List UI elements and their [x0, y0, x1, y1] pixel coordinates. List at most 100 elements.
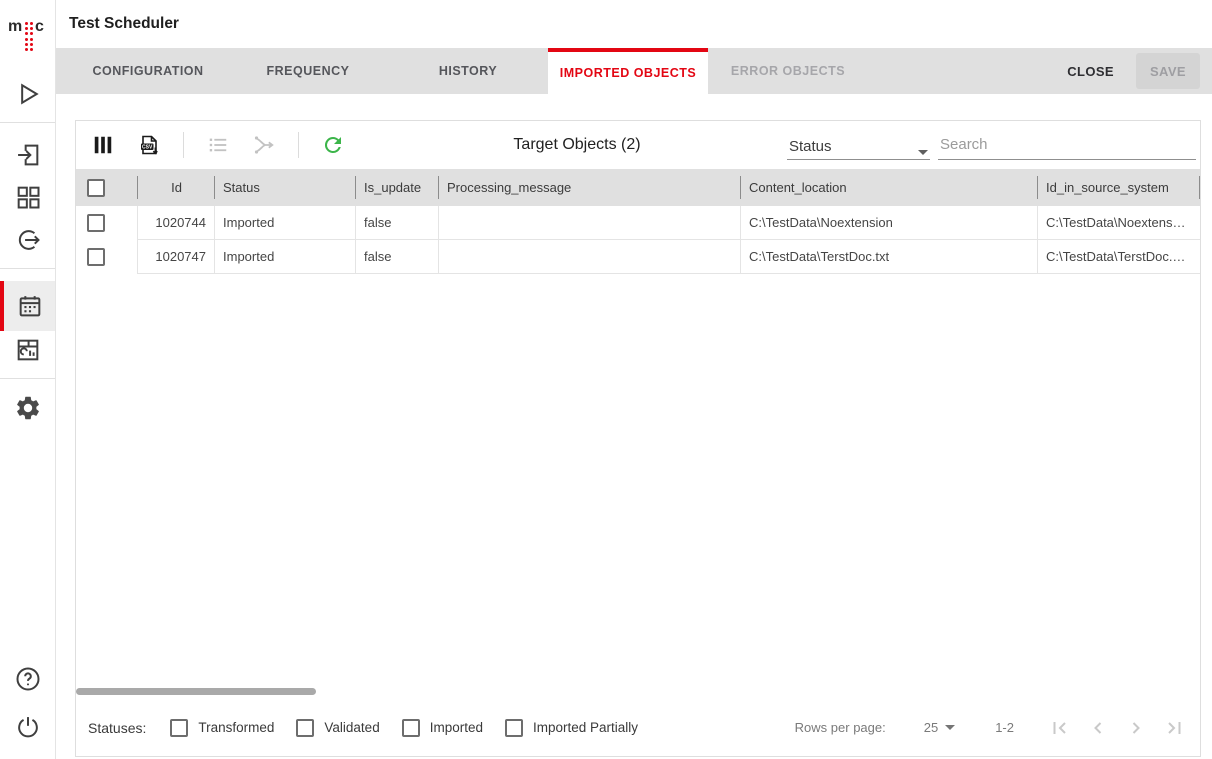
- table-row[interactable]: 1020747 Imported false C:\TestData\Terst…: [76, 240, 1200, 274]
- list-icon: [207, 134, 229, 156]
- gear-icon: [14, 394, 42, 422]
- pagination: Rows per page: 25 1-2: [795, 716, 1186, 740]
- last-page-button[interactable]: [1162, 716, 1186, 740]
- sidebar-item-reports[interactable]: [0, 336, 55, 364]
- chevron-down-icon: [945, 725, 955, 730]
- rows-per-page-value: 25: [924, 720, 938, 735]
- logout-circle-icon: [14, 226, 42, 254]
- logo-letter-m: m: [8, 18, 22, 36]
- cell-processing-message: [439, 240, 741, 274]
- merge-icon: [252, 133, 276, 157]
- column-header-status[interactable]: Status: [215, 169, 356, 206]
- page-title: Test Scheduler: [69, 15, 179, 33]
- app-window: m c: [0, 0, 1212, 759]
- toolbar-divider: [183, 132, 184, 158]
- horizontal-scrollbar-thumb[interactable]: [76, 688, 316, 695]
- page-range: 1-2: [995, 720, 1014, 735]
- cell-content-location: C:\TestData\Noextension: [741, 206, 1038, 240]
- columns-button[interactable]: [91, 133, 115, 157]
- first-page-button[interactable]: [1048, 716, 1072, 740]
- sidebar-item-modules[interactable]: [0, 183, 55, 211]
- table-footer: Statuses: Transformed Validated Imported: [76, 699, 1200, 756]
- sidebar-divider: [0, 378, 55, 379]
- left-sidebar: m c: [0, 0, 56, 759]
- column-header-id-in-source-system[interactable]: Id_in_source_system: [1038, 169, 1200, 206]
- status-filter-validated: Validated: [296, 719, 379, 737]
- table-toolbar: CSV Target Objects (2): [76, 121, 1200, 169]
- report-icon: [14, 336, 42, 364]
- sidebar-item-export[interactable]: [0, 226, 55, 254]
- statuses-label: Statuses:: [88, 720, 146, 736]
- sidebar-divider: [0, 122, 55, 123]
- tab-imported-objects[interactable]: IMPORTED OBJECTS: [548, 48, 708, 94]
- tab-bar: CONFIGURATION FREQUENCY HISTORY IMPORTED…: [56, 48, 1212, 94]
- next-page-button[interactable]: [1124, 716, 1148, 740]
- columns-icon: [92, 134, 114, 156]
- column-header-content-location[interactable]: Content_location: [741, 169, 1038, 206]
- save-button[interactable]: SAVE: [1136, 53, 1200, 89]
- status-filter-label: Status: [789, 138, 832, 155]
- logo-dots: [25, 22, 28, 25]
- play-icon: [14, 80, 42, 108]
- sidebar-divider: [0, 268, 55, 269]
- status-filter-transformed: Transformed: [170, 719, 274, 737]
- imported-checkbox[interactable]: [402, 719, 420, 737]
- sidebar-item-scheduler-selected[interactable]: [0, 281, 55, 331]
- transformed-checkbox[interactable]: [170, 719, 188, 737]
- csv-export-button[interactable]: CSV: [137, 133, 161, 157]
- horizontal-scrollbar: [76, 685, 1200, 699]
- tab-frequency[interactable]: FREQUENCY: [228, 48, 388, 94]
- mc-logo: m c: [0, 14, 55, 76]
- help-icon: [14, 665, 42, 693]
- chevron-down-icon: [918, 150, 928, 155]
- tab-history[interactable]: HISTORY: [388, 48, 548, 94]
- filter-group: Status: [787, 121, 1196, 169]
- sidebar-item-import[interactable]: [0, 141, 55, 169]
- row-checkbox-cell: [76, 206, 138, 240]
- cell-status: Imported: [215, 240, 356, 274]
- column-header-processing-message[interactable]: Processing_message: [439, 169, 741, 206]
- list-view-button[interactable]: [206, 133, 230, 157]
- status-filter-select[interactable]: Status: [787, 132, 930, 160]
- cell-id-in-source-system: C:\TestData\TerstDoc.…: [1038, 240, 1200, 274]
- refresh-icon: [321, 133, 345, 157]
- grid-icon: [14, 183, 42, 211]
- row-checkbox[interactable]: [87, 248, 105, 266]
- sidebar-item-run[interactable]: [0, 80, 55, 108]
- calendar-icon: [16, 292, 44, 320]
- merge-button[interactable]: [252, 133, 276, 157]
- previous-page-button[interactable]: [1086, 716, 1110, 740]
- tab-configuration[interactable]: CONFIGURATION: [68, 48, 228, 94]
- search-input[interactable]: [938, 132, 1196, 157]
- column-header-id[interactable]: Id: [138, 169, 215, 206]
- validated-checkbox[interactable]: [296, 719, 314, 737]
- checkbox-label: Imported Partially: [533, 720, 638, 735]
- status-filter-imported-partially: Imported Partially: [505, 719, 638, 737]
- row-checkbox[interactable]: [87, 214, 105, 232]
- column-header-is-update[interactable]: Is_update: [356, 169, 439, 206]
- table-row[interactable]: 1020744 Imported false C:\TestData\Noext…: [76, 206, 1200, 240]
- search-box: [938, 132, 1196, 160]
- table-title: Target Objects (2): [367, 136, 787, 154]
- cell-id-in-source-system: C:\TestData\Noextens…: [1038, 206, 1200, 240]
- status-filter-imported: Imported: [402, 719, 483, 737]
- logo-letter-c: c: [35, 18, 44, 36]
- rows-per-page-select[interactable]: 25: [924, 720, 955, 735]
- imported-partially-checkbox[interactable]: [505, 719, 523, 737]
- tab-error-objects[interactable]: ERROR OBJECTS: [708, 48, 868, 94]
- svg-text:CSV: CSV: [142, 145, 153, 151]
- table-header-row: Id Status Is_update Processing_message C…: [76, 169, 1200, 206]
- select-all-checkbox[interactable]: [87, 179, 105, 197]
- content-area: CSV Target Objects (2): [56, 94, 1212, 759]
- table-empty-area: [76, 274, 1200, 685]
- refresh-button[interactable]: [321, 133, 345, 157]
- target-objects-card: CSV Target Objects (2): [75, 120, 1201, 757]
- last-page-icon: [1162, 716, 1186, 740]
- sidebar-item-help[interactable]: [0, 665, 55, 693]
- main-area: Test Scheduler CONFIGURATION FREQUENCY H…: [56, 0, 1212, 759]
- sidebar-item-logoff[interactable]: [0, 713, 55, 741]
- toolbar-divider: [298, 132, 299, 158]
- sidebar-item-settings[interactable]: [0, 394, 55, 422]
- close-button[interactable]: CLOSE: [1067, 64, 1114, 79]
- first-page-icon: [1048, 716, 1072, 740]
